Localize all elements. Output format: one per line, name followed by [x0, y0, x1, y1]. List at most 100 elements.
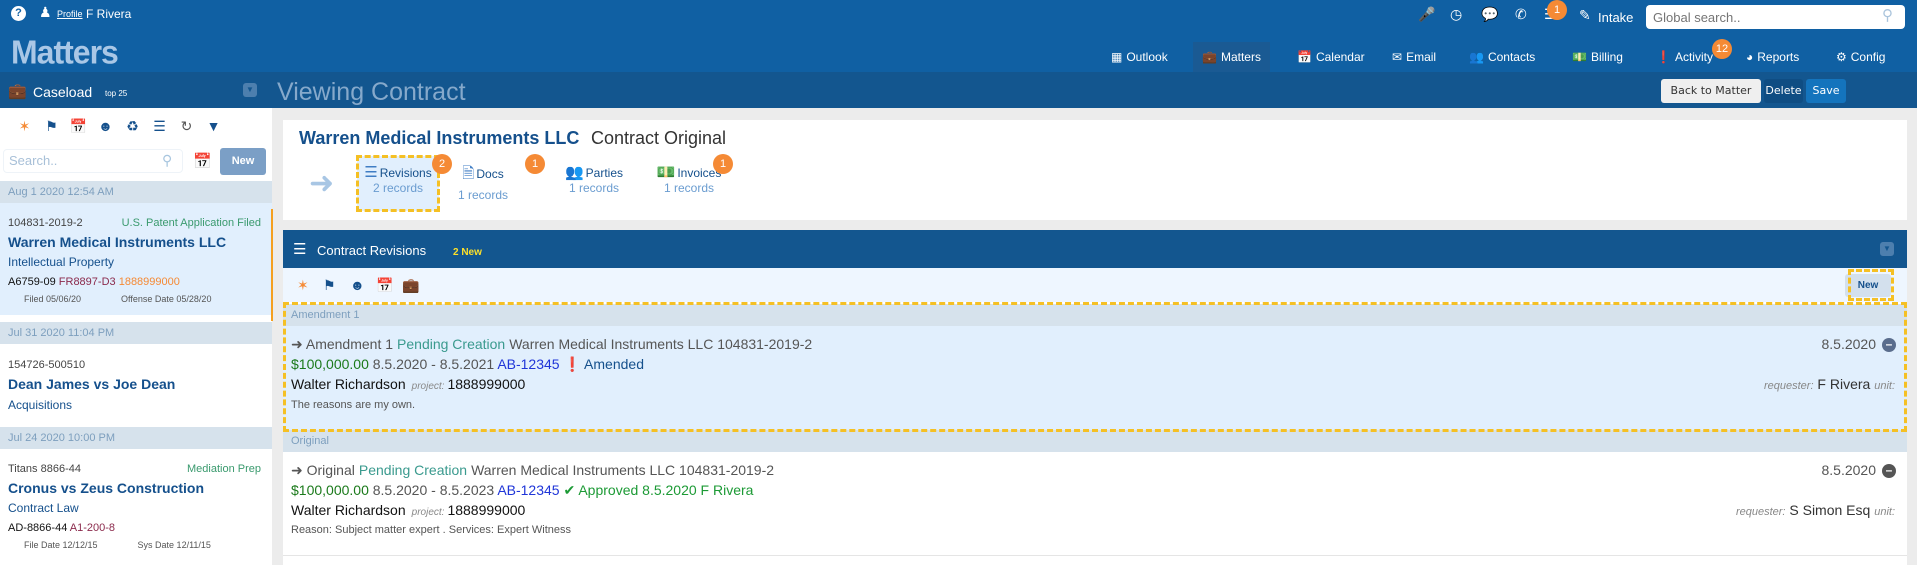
- tab-count: 2 records: [372, 181, 424, 195]
- revision-state: Approved 8.5.2020 F Rivera: [578, 482, 754, 498]
- case-number: Titans 8866-44: [8, 463, 81, 475]
- selection-indicator: [271, 209, 273, 321]
- chat-icon[interactable]: 💬: [1481, 6, 1498, 23]
- save-button[interactable]: Save: [1806, 79, 1846, 103]
- case-date: File Date 12/12/15: [24, 540, 98, 550]
- ref-code: A1-200-8: [69, 522, 116, 534]
- clock-icon[interactable]: ◷: [1450, 6, 1462, 23]
- revision-group-header: Original: [283, 430, 1907, 452]
- tag-icon[interactable]: ⚑: [38, 118, 65, 135]
- caseload-title: Caseload: [33, 84, 93, 100]
- revision-status: Pending Creation: [358, 462, 468, 478]
- tab-parties[interactable]: 👥 Parties 1 records: [553, 156, 635, 211]
- remove-icon[interactable]: –: [1882, 338, 1896, 352]
- nav-contacts[interactable]: 👥 Contacts: [1460, 42, 1544, 72]
- group-date-header: Jul 24 2020 10:00 PM: [0, 427, 272, 449]
- user-icon[interactable]: ☻: [350, 277, 365, 293]
- contract-header: Warren Medical Instruments LLC Contract …: [283, 120, 1907, 220]
- brand-logo: Matters: [11, 33, 119, 71]
- revision-name: Original: [306, 462, 355, 478]
- revision-ref-link[interactable]: AB-12345: [497, 356, 559, 372]
- case-number: 154726-500510: [8, 359, 86, 371]
- collapse-panel-icon[interactable]: ▼: [1880, 242, 1894, 256]
- global-search-input[interactable]: [1646, 5, 1905, 29]
- recycle-icon[interactable]: ♻: [119, 118, 146, 135]
- page-title: Viewing Contract: [277, 78, 466, 106]
- phone-icon[interactable]: ✆: [1515, 6, 1527, 23]
- revision-status: Pending Creation: [397, 336, 506, 352]
- case-date: Sys Date 12/11/15: [137, 540, 211, 550]
- grid-icon: ▦: [1111, 50, 1123, 64]
- project-label: project:: [411, 507, 445, 518]
- help-icon[interactable]: ?: [11, 6, 26, 21]
- calendar-icon[interactable]: 📅: [376, 277, 393, 294]
- nav-activity[interactable]: ❗ Activity: [1647, 42, 1722, 72]
- activity-badge: 12: [1712, 39, 1732, 59]
- case-refs: A6759-09 FR8897-D3 1888999000: [8, 276, 180, 288]
- sign-in-icon: ➜: [309, 167, 335, 200]
- invoices-badge: 1: [713, 154, 733, 174]
- nav-config[interactable]: ⚙ Config: [1827, 42, 1894, 72]
- tab-docs[interactable]: 🗎 Docs 1 records: [448, 156, 518, 211]
- case-dates: File Date 12/12/15 Sys Date 12/11/15: [24, 540, 251, 550]
- nav-reports[interactable]: ◕ Reports: [1737, 42, 1808, 72]
- tab-count: 1 records: [568, 181, 620, 195]
- calendar-icon[interactable]: 📅: [65, 118, 92, 135]
- money-icon: 💵: [1572, 50, 1587, 64]
- list-icon[interactable]: ☰: [146, 118, 173, 135]
- calendar-icon[interactable]: 📅: [193, 152, 212, 170]
- back-to-matter-button[interactable]: Back to Matter: [1661, 79, 1761, 103]
- delete-button[interactable]: Delete: [1764, 79, 1803, 103]
- tag-icon[interactable]: ⚑: [323, 277, 336, 294]
- revision-row[interactable]: ➜ Original Pending Creation Warren Medical…: [283, 452, 1907, 556]
- tab-label-text: Parties: [585, 166, 624, 180]
- revision-ref-link[interactable]: AB-12345: [497, 482, 559, 498]
- case-list-item[interactable]: 154726-500510 Dean James vs Joe Dean Acq…: [0, 344, 272, 424]
- filter-icon[interactable]: ▼: [200, 118, 227, 134]
- revision-line-1: ➜ Original Pending Creation Warren Medical…: [291, 462, 774, 479]
- person-icon[interactable]: ✶: [297, 277, 309, 294]
- group-date-header: Jul 31 2020 11:04 PM: [0, 322, 272, 344]
- tab-revisions[interactable]: ☰ Revisions 2 records: [356, 155, 440, 212]
- envelope-icon: ✉: [1392, 50, 1403, 64]
- briefcase-icon[interactable]: 💼: [402, 277, 419, 294]
- nav-billing[interactable]: 💵 Billing: [1563, 42, 1632, 72]
- search-icon[interactable]: ⚲: [1882, 6, 1893, 24]
- case-status: U.S. Patent Application Filed: [121, 217, 261, 229]
- collapse-sidebar-icon[interactable]: ▼: [243, 83, 257, 97]
- revision-requester: requester: F Rivera unit:: [1764, 376, 1895, 392]
- nav-matters[interactable]: 💼 Matters: [1193, 42, 1270, 72]
- tab-label-text: Revisions: [379, 166, 432, 180]
- case-list-item[interactable]: Titans 8866-44 Mediation Prep Cronus vs …: [0, 449, 272, 565]
- username: F Rivera: [86, 7, 132, 21]
- tab-label-text: Docs: [476, 167, 504, 181]
- case-area: Intellectual Property: [8, 255, 115, 269]
- remove-icon[interactable]: –: [1882, 464, 1896, 478]
- refresh-icon[interactable]: ↻: [173, 118, 200, 135]
- sidebar-search-input[interactable]: Search..: [3, 149, 183, 173]
- nav-outlook[interactable]: ▦ Outlook: [1102, 42, 1177, 72]
- case-title: Warren Medical Instruments LLC: [8, 234, 227, 250]
- search-icon[interactable]: ⚲: [162, 152, 172, 169]
- microphone-icon[interactable]: 🎤: [1418, 6, 1435, 23]
- revision-row[interactable]: ➜ Amendment 1 Pending Creation Warren Medi…: [283, 326, 1907, 430]
- requester-name: F Rivera: [1817, 376, 1871, 392]
- nav-email[interactable]: ✉ Email: [1383, 42, 1445, 72]
- requester-name: S Simon Esq: [1789, 502, 1871, 518]
- nav-calendar[interactable]: 📅 Calendar: [1288, 42, 1374, 72]
- ref-code: AD-8866-44: [8, 522, 68, 534]
- intake-button[interactable]: Intake: [1598, 10, 1633, 25]
- edit-icon: ✎: [1579, 7, 1591, 23]
- revision-line-3: Walter Richardson project: 1888999000: [291, 502, 525, 518]
- person-icon[interactable]: ✶: [11, 118, 38, 135]
- profile-link[interactable]: Profile: [57, 9, 83, 19]
- tab-count: 1 records: [663, 181, 715, 195]
- case-list-item[interactable]: 104831-2019-2 U.S. Patent Application Fi…: [0, 203, 272, 315]
- new-case-button[interactable]: New: [220, 148, 266, 175]
- user-icon[interactable]: ☻: [92, 118, 119, 134]
- case-title: Dean James vs Joe Dean: [8, 376, 176, 392]
- sub-bar: 💼 Caseload top 25 ▼ Viewing Contract: [0, 72, 1917, 108]
- revision-person: Walter Richardson: [291, 376, 406, 392]
- sidebar-toolbar: ✶ ⚑ 📅 ☻ ♻ ☰ ↻ ▼: [0, 108, 272, 144]
- revision-matter: Warren Medical Instruments LLC 104831-20…: [509, 336, 813, 352]
